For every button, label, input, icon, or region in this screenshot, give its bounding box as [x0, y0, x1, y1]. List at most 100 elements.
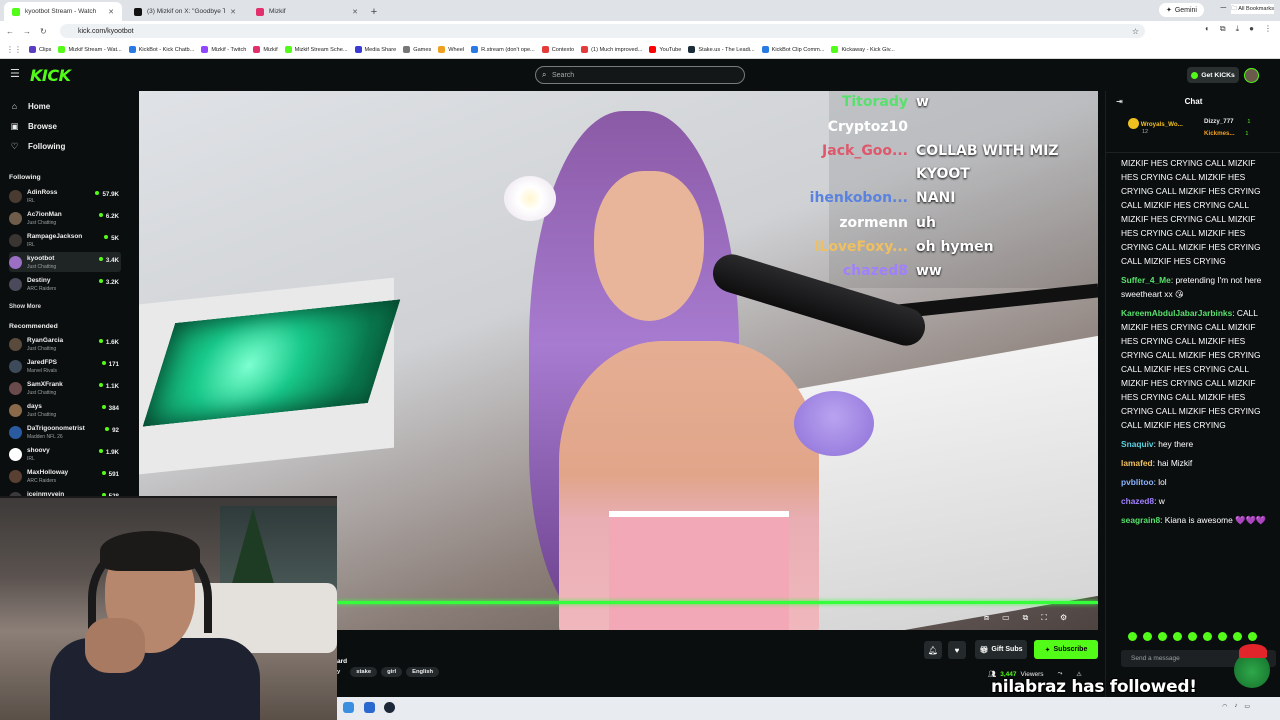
- chat-username[interactable]: KareemAbdulJabarJarbinks: [1121, 308, 1232, 318]
- chat-message[interactable]: lamafed: hai Mizkif: [1121, 456, 1271, 470]
- theatre-icon[interactable]: ▭: [1002, 613, 1010, 623]
- bookmark-item[interactable]: KickBot Clip Comm...: [761, 46, 824, 53]
- chat-message[interactable]: pvblitoo: lol: [1121, 475, 1271, 489]
- browser-tab[interactable]: (3) Mizkif on X: "Goodbye Twit... ✕: [126, 2, 244, 21]
- chat-username[interactable]: Suffer_4_Me: [1121, 275, 1171, 285]
- bookmark-item[interactable]: R.stream (don't ope...: [471, 46, 535, 53]
- sidebar-channel-days[interactable]: days Just Chatting 384: [9, 400, 121, 420]
- sidebar-nav-following[interactable]: ♡ Following: [10, 141, 66, 152]
- chat-message[interactable]: Suffer_4_Me: pretending I'm not here swe…: [1121, 273, 1271, 301]
- sidebar-nav-home[interactable]: ⌂ Home: [10, 101, 50, 111]
- sidebar-channel-shoovy[interactable]: shoovy IRL 1.9K: [9, 444, 121, 464]
- app-icon[interactable]: [364, 702, 375, 713]
- chat-message[interactable]: KareemAbdulJabarJarbinks: CALL MIZKIF HE…: [1121, 306, 1271, 432]
- gemini-button[interactable]: ✦ Gemini: [1158, 3, 1204, 17]
- browser-tab[interactable]: kyootbot Stream - Watch ✕: [4, 2, 122, 21]
- sidebar-channel-ac7ionman[interactable]: Ac7ionMan Just Chatting 6.2K: [9, 208, 121, 228]
- kick-logo[interactable]: KICK: [30, 66, 71, 85]
- wifi-icon[interactable]: ◠: [1222, 703, 1227, 710]
- extension-icon[interactable]: ◐: [1205, 24, 1210, 34]
- minimize-icon[interactable]: ─: [1220, 3, 1226, 12]
- sidebar-channel-adinross[interactable]: AdinRoss IRL 57.9K: [9, 186, 121, 206]
- emote-icon[interactable]: [1158, 632, 1167, 641]
- tag-chip[interactable]: y: [337, 667, 346, 677]
- user-avatar[interactable]: [1244, 68, 1259, 83]
- bookmark-item[interactable]: Games: [403, 46, 431, 53]
- chat-message[interactable]: Snaquiv: hey there: [1121, 437, 1271, 451]
- pip-icon[interactable]: ⧉: [1023, 613, 1029, 623]
- sidebar-channel-maxholloway[interactable]: MaxHolloway ARC Raiders 591: [9, 466, 121, 486]
- bookmark-item[interactable]: Mizkif: [253, 46, 278, 53]
- emote-icon[interactable]: [1233, 632, 1242, 641]
- bookmark-item[interactable]: Media Share: [354, 46, 396, 53]
- emote-icon[interactable]: [1128, 632, 1137, 641]
- bookmark-item[interactable]: Mizkif Stream Sche...: [284, 46, 348, 53]
- emote-icon[interactable]: [1218, 632, 1227, 641]
- chat-username[interactable]: lamafed: [1121, 458, 1153, 468]
- apps-grid-icon[interactable]: ⋮⋮: [6, 45, 22, 54]
- volume-icon[interactable]: ♪: [1234, 703, 1237, 710]
- chat-username[interactable]: chazed8: [1121, 496, 1154, 506]
- top-gifter[interactable]: Kickmes... 1: [1204, 130, 1248, 137]
- collapse-chat-icon[interactable]: ⇥: [1116, 91, 1123, 113]
- bookmark-item[interactable]: Kickaway - Kick Giv...: [831, 46, 895, 53]
- tag-chip[interactable]: English: [406, 667, 440, 677]
- tag-chip[interactable]: girl: [381, 667, 403, 677]
- notification-bell-button[interactable]: 🔔︎: [924, 641, 942, 659]
- bookmark-item[interactable]: Mizkif - Twitch: [201, 46, 246, 53]
- bookmark-item[interactable]: Wheel: [438, 46, 464, 53]
- edge-browser-icon[interactable]: [343, 702, 354, 713]
- bookmark-item[interactable]: Contexto: [541, 46, 574, 53]
- chat-username[interactable]: pvblitoo: [1121, 477, 1154, 487]
- extensions-puzzle-icon[interactable]: ⧉: [1220, 24, 1226, 34]
- hamburger-menu-icon[interactable]: ☰: [10, 69, 20, 80]
- settings-gear-icon[interactable]: ⚙: [1060, 613, 1067, 623]
- chat-message[interactable]: seagrain8: Kiana is awesome 💜💜💜: [1121, 513, 1271, 527]
- close-icon[interactable]: ✕: [352, 8, 358, 16]
- download-icon[interactable]: ⤓: [1236, 24, 1240, 34]
- browser-tab[interactable]: Mizkif ✕: [248, 2, 366, 21]
- chat-message[interactable]: MIZKIF HES CRYING CALL MIZKIF HES CRYING…: [1121, 156, 1271, 268]
- subscribe-button[interactable]: ✦ Subscribe: [1034, 640, 1098, 659]
- bookmark-item[interactable]: Stake.us - The Leadi...: [688, 46, 755, 53]
- get-kicks-button[interactable]: Get KICKs: [1187, 67, 1239, 83]
- reload-icon[interactable]: ↻: [40, 27, 47, 36]
- bookmark-item[interactable]: YouTube: [649, 46, 681, 53]
- bookmark-item[interactable]: (1) Much improved...: [581, 46, 642, 53]
- sidebar-channel-kyootbot[interactable]: kyootbot Just Chatting 3.4K: [9, 252, 121, 272]
- back-icon[interactable]: ←: [6, 27, 14, 36]
- url-input[interactable]: kick.com/kyootbot ☆: [60, 24, 1145, 38]
- emote-icon[interactable]: [1173, 632, 1182, 641]
- top-gifter[interactable]: Dizzy_777 1: [1204, 118, 1250, 125]
- tag-chip[interactable]: stake: [350, 667, 378, 677]
- sidebar-nav-browse[interactable]: ▣ Browse: [10, 121, 56, 132]
- bookmark-item[interactable]: Clips: [29, 46, 51, 53]
- emote-icon[interactable]: [1143, 632, 1152, 641]
- gift-subs-button[interactable]: 🎁︎ Gift Subs: [975, 640, 1027, 659]
- bookmark-item[interactable]: Mizkif Stream - Wat...: [58, 46, 122, 53]
- chat-message-input[interactable]: Send a message: [1121, 644, 1276, 688]
- all-bookmarks-button[interactable]: 🗀 All Bookmarks: [1231, 4, 1274, 14]
- emote-icon[interactable]: [1203, 632, 1212, 641]
- show-more-button[interactable]: Show More: [9, 304, 41, 310]
- sidebar-channel-rampagejackson[interactable]: RampageJackson IRL 5K: [9, 230, 121, 250]
- sidebar-channel-datrigoonometrist[interactable]: DaTrigoonometrist Madden NFL 26 92: [9, 422, 121, 442]
- steam-icon[interactable]: [384, 702, 395, 713]
- battery-icon[interactable]: ▭: [1244, 703, 1250, 710]
- bookmark-star-icon[interactable]: ☆: [1132, 27, 1139, 36]
- chat-username[interactable]: seagrain8: [1121, 515, 1160, 525]
- fullscreen-icon[interactable]: ⛶: [1041, 613, 1047, 623]
- close-icon[interactable]: ✕: [108, 8, 114, 16]
- clip-icon[interactable]: ⧈: [984, 613, 989, 623]
- chat-username[interactable]: Snaquiv: [1121, 439, 1154, 449]
- forward-icon[interactable]: →: [23, 27, 31, 36]
- top-gifter[interactable]: Wroyals_Wo... 12: [1128, 118, 1183, 135]
- emote-icon[interactable]: [1188, 632, 1197, 641]
- profile-icon[interactable]: ●: [1249, 24, 1254, 34]
- bookmark-item[interactable]: KickBot - Kick Chatb...: [128, 46, 194, 53]
- close-icon[interactable]: ✕: [230, 8, 236, 16]
- sidebar-channel-ryangarcia[interactable]: RyanGarcia Just Chatting 1.6K: [9, 334, 121, 354]
- menu-dots-icon[interactable]: ⋮: [1264, 24, 1272, 34]
- emote-icon[interactable]: [1248, 632, 1257, 641]
- new-tab-button[interactable]: +: [366, 2, 382, 21]
